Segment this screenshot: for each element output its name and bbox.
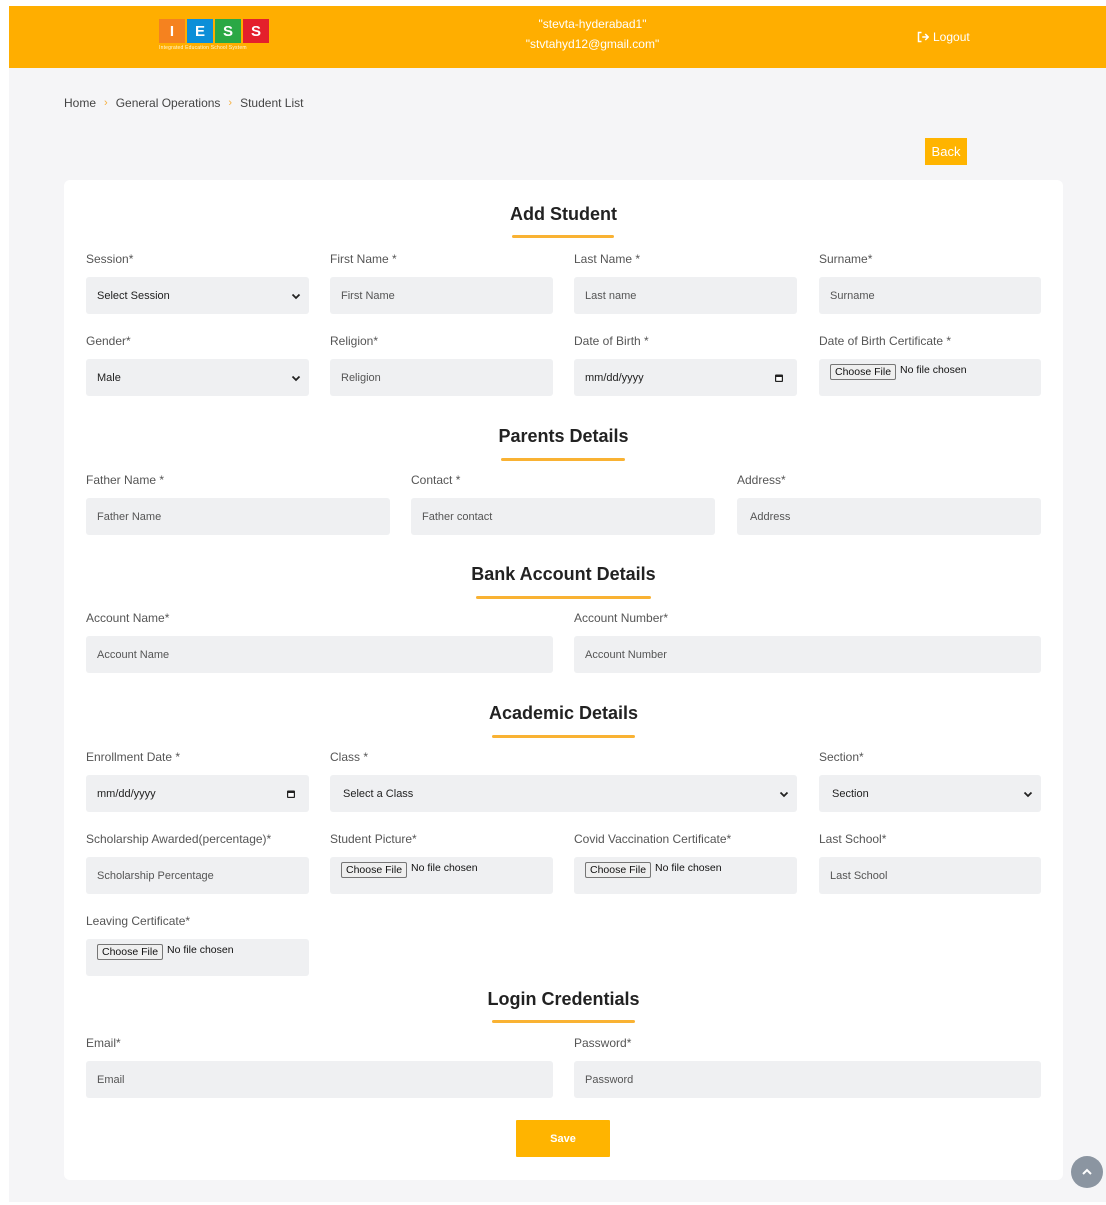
logo-letter-s1: S [215,19,241,43]
breadcrumb-separator: › [228,97,233,109]
sign-out-icon [917,31,929,43]
enrollment-date-input[interactable]: mm/dd/yyyy [86,775,309,812]
account-number-input[interactable]: Account Number [574,636,1041,673]
add-student-form: Add Student Session* Select Session Firs… [64,180,1063,1180]
section-title-bank: Bank Account Details [471,564,656,584]
logo-letter-e: E [187,19,213,43]
title-underline [492,1020,635,1023]
first-name-label: First Name * [330,252,397,266]
choose-file-button[interactable]: Choose File [341,862,408,878]
logout-link[interactable]: Logout [917,30,970,44]
choose-file-button[interactable]: Choose File [97,944,164,960]
file-status: No file chosen [167,944,234,956]
gender-select-value: Male [97,371,121,384]
dob-label: Date of Birth * [574,334,649,348]
section-title-parents: Parents Details [498,426,629,446]
surname-input[interactable]: Surname [819,277,1041,314]
covid-certificate-label: Covid Vaccination Certificate* [574,832,732,846]
dob-certificate-label: Date of Birth Certificate * [819,334,952,348]
calendar-icon[interactable] [774,373,784,383]
scholarship-input[interactable]: Scholarship Percentage [86,857,309,894]
student-picture-label: Student Picture* [330,832,417,846]
breadcrumb-general-operations[interactable]: General Operations [116,96,221,110]
father-name-label: Father Name * [86,473,165,487]
email-label: Email* [86,1036,121,1050]
choose-file-button[interactable]: Choose File [585,862,652,878]
choose-file-button[interactable]: Choose File [830,364,897,380]
breadcrumb-separator: › [104,97,108,109]
leaving-certificate-file-input[interactable]: Choose File No file chosen [86,939,309,976]
account-name-input[interactable]: Account Name [86,636,553,673]
user-info: "stevta-hyderabad1" "stvtahyd12@gmail.co… [480,14,705,54]
chevron-down-icon [1023,791,1033,797]
section-title-login: Login Credentials [487,989,640,1009]
dob-value: mm/dd/yyyy [585,371,644,384]
contact-label: Contact * [411,473,461,487]
covid-certificate-file-input[interactable]: Choose File No file chosen [574,857,797,894]
father-contact-input[interactable]: Father contact [411,498,715,535]
user-name: "stevta-hyderabad1" [538,17,647,31]
logo-tagline: Integrated Education School System [159,45,247,51]
address-input[interactable]: Address [737,498,1041,535]
back-button[interactable]: Back [925,138,967,165]
first-name-input[interactable]: First Name [330,277,553,314]
scholarship-label: Scholarship Awarded(percentage)* [86,832,272,846]
title-underline [492,735,635,738]
address-label: Address* [737,473,786,487]
email-input[interactable]: Email [86,1061,553,1098]
surname-label: Surname* [819,252,873,266]
father-name-input[interactable]: Father Name [86,498,390,535]
breadcrumb-home[interactable]: Home [64,96,96,110]
gender-select[interactable]: Male [86,359,309,396]
section-select-value: Section [832,787,869,800]
title-underline [512,235,614,238]
religion-input[interactable]: Religion [330,359,553,396]
chevron-down-icon [779,791,789,797]
dob-input[interactable]: mm/dd/yyyy [574,359,797,396]
dob-certificate-file-input[interactable]: Choose File No file chosen [819,359,1041,396]
last-school-input[interactable]: Last School [819,857,1041,894]
class-select-value: Select a Class [343,787,414,800]
account-number-label: Account Number* [574,611,669,625]
brand-logo[interactable]: I E S S Integrated Education School Syst… [159,19,271,53]
password-input[interactable]: Password [574,1061,1041,1098]
user-email: "stvtahyd12@gmail.com" [525,37,660,51]
class-label: Class * [330,750,369,764]
enrollment-date-value: mm/dd/yyyy [97,787,156,800]
title-underline [501,458,625,461]
file-status: No file chosen [411,862,478,874]
logout-label: Logout [933,30,970,44]
account-name-label: Account Name* [86,611,170,625]
password-label: Password* [574,1036,632,1050]
section-select[interactable]: Section [819,775,1041,812]
last-school-label: Last School* [819,832,887,846]
chevron-up-icon [1082,1168,1092,1175]
breadcrumb: Home › General Operations › Student List [64,96,303,110]
save-button[interactable]: Save [516,1120,610,1157]
session-select-value: Select Session [97,289,170,302]
breadcrumb-student-list[interactable]: Student List [240,96,303,110]
calendar-icon[interactable] [286,789,296,799]
leaving-certificate-label: Leaving Certificate* [86,914,191,928]
logo-letter-i: I [159,19,185,43]
gender-label: Gender* [86,334,131,348]
scroll-to-top-button[interactable] [1071,1156,1103,1188]
religion-label: Religion* [330,334,379,348]
class-select[interactable]: Select a Class [330,775,797,812]
chevron-down-icon [291,293,301,299]
file-status: No file chosen [900,364,967,376]
section-title-add-student: Add Student [510,204,617,224]
section-title-academic: Academic Details [488,703,639,723]
title-underline [476,596,651,599]
session-select[interactable]: Select Session [86,277,309,314]
section-label: Section* [819,750,864,764]
session-label: Session* [86,252,134,266]
chevron-down-icon [291,375,301,381]
logo-letter-s2: S [243,19,269,43]
last-name-input[interactable]: Last name [574,277,797,314]
enrollment-date-label: Enrollment Date * [86,750,181,764]
file-status: No file chosen [655,862,722,874]
student-picture-file-input[interactable]: Choose File No file chosen [330,857,553,894]
last-name-label: Last Name * [574,252,641,266]
